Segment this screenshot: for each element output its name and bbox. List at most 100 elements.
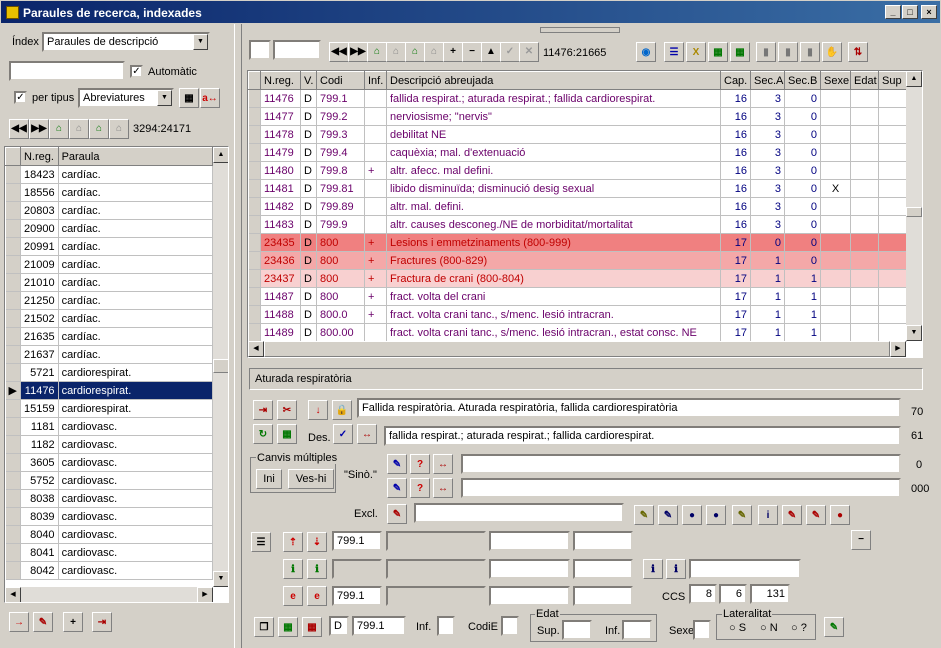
- sort-icon[interactable]: ⇅: [848, 42, 868, 62]
- column-icon[interactable]: ▮: [756, 42, 776, 62]
- sexe-field[interactable]: [693, 620, 711, 640]
- row-indicator[interactable]: [248, 215, 261, 234]
- table-row[interactable]: 11483 D 799.9 altr. causes desconeg./NE …: [248, 215, 907, 234]
- home-cut-icon[interactable]: ⌂: [424, 42, 444, 62]
- version-field[interactable]: D: [329, 616, 349, 636]
- column-header[interactable]: V.: [300, 71, 317, 90]
- text-replace-icon[interactable]: ↔: [433, 478, 453, 498]
- column-header[interactable]: N.reg.: [19, 147, 59, 166]
- home-edit-icon[interactable]: ⌂: [405, 42, 425, 62]
- arrow-down-icon[interactable]: ↓: [308, 400, 328, 420]
- aux-field-7[interactable]: [689, 559, 801, 579]
- row-indicator[interactable]: [5, 255, 21, 274]
- table-row[interactable]: 11480 D 799.8 + altr. afecc. mal defini.…: [248, 161, 907, 180]
- table-row[interactable]: 8040 cardiovasc.: [5, 525, 214, 544]
- help-icon[interactable]: ?: [410, 454, 430, 474]
- horizontal-scrollbar[interactable]: ◀ ▶: [248, 341, 906, 357]
- column-header[interactable]: Sexe: [820, 71, 851, 90]
- row-indicator[interactable]: [5, 327, 21, 346]
- first-record-button[interactable]: ◀◀: [329, 42, 349, 62]
- row-indicator[interactable]: [5, 309, 21, 328]
- row-indicator[interactable]: [5, 471, 21, 490]
- minimize-button[interactable]: _: [885, 5, 901, 19]
- excel-icon[interactable]: X: [686, 42, 706, 62]
- scroll-right-button[interactable]: ▶: [197, 587, 213, 602]
- row-indicator[interactable]: [248, 269, 261, 288]
- row-indicator[interactable]: [248, 179, 261, 198]
- column-header[interactable]: Descripció abreujada: [386, 71, 721, 90]
- row-indicator[interactable]: [248, 305, 261, 324]
- column-header[interactable]: Sec.B: [784, 71, 821, 90]
- table-row[interactable]: 11482 D 799.89 altr. mal. defini. 16 3 0: [248, 197, 907, 216]
- scroll-up-button[interactable]: ▲: [213, 147, 228, 163]
- check-icon[interactable]: ✓: [500, 42, 520, 62]
- table-row[interactable]: 20900 cardíac.: [5, 219, 214, 238]
- info-blue-2-icon[interactable]: ℹ: [666, 559, 686, 579]
- table-row[interactable]: 18556 cardíac.: [5, 183, 214, 202]
- tool-2-icon[interactable]: ✎: [658, 505, 678, 525]
- vertical-scrollbar[interactable]: ▲ ▼: [213, 147, 228, 587]
- row-indicator[interactable]: [248, 89, 261, 108]
- plus-icon[interactable]: +: [63, 612, 83, 632]
- row-indicator[interactable]: [5, 363, 21, 382]
- grid-green-icon[interactable]: ▦: [708, 42, 728, 62]
- edit-icon[interactable]: ✎: [387, 454, 407, 474]
- table-row[interactable]: 11488 D 800.0 + fract. volta crani tanc.…: [248, 305, 907, 324]
- row-indicator[interactable]: [248, 323, 261, 342]
- pen-icon[interactable]: ✎: [824, 617, 844, 637]
- code-bottom-field[interactable]: 799.1: [352, 616, 406, 636]
- scroll-down-button[interactable]: ▼: [213, 571, 228, 587]
- tool-9-icon[interactable]: ●: [830, 505, 850, 525]
- short-description-field[interactable]: fallida respirat.; aturada respirat.; fa…: [384, 426, 901, 446]
- table-row[interactable]: 5721 cardiorespirat.: [5, 363, 214, 382]
- table-row[interactable]: 11479 D 799.4 caquèxia; mal. d'extenuaci…: [248, 143, 907, 162]
- inf-field[interactable]: [437, 616, 455, 636]
- grid-remove-icon[interactable]: ▦: [302, 617, 322, 637]
- row-indicator[interactable]: [5, 165, 21, 184]
- row-indicator[interactable]: [5, 219, 21, 238]
- record-field-b[interactable]: [273, 40, 321, 60]
- row-indicator[interactable]: [5, 183, 21, 202]
- row-indicator[interactable]: [5, 291, 21, 310]
- edat-inf-field[interactable]: [622, 620, 652, 640]
- code-grid[interactable]: N.reg. V. Codi Inf. Descripció abreujada…: [247, 70, 923, 358]
- tool-3-icon[interactable]: ●: [682, 505, 702, 525]
- spellcheck-icon[interactable]: ✓: [333, 424, 353, 444]
- row-indicator[interactable]: [5, 273, 21, 292]
- table-row[interactable]: 21009 cardíac.: [5, 255, 214, 274]
- list-view-icon[interactable]: ☰: [251, 532, 271, 552]
- lat-n-radio[interactable]: ○ N: [760, 622, 778, 634]
- row-indicator[interactable]: [5, 561, 21, 580]
- synonym-field-1[interactable]: [461, 454, 901, 474]
- home-icon[interactable]: ⌂: [49, 119, 69, 139]
- lock-icon[interactable]: 🔒: [332, 400, 352, 420]
- row-indicator[interactable]: [248, 251, 261, 270]
- table-row[interactable]: 8041 cardiovasc.: [5, 543, 214, 562]
- plus-icon[interactable]: +: [443, 42, 463, 62]
- e-red-icon[interactable]: e: [283, 586, 303, 606]
- row-indicator[interactable]: [248, 233, 261, 252]
- table-row[interactable]: 1182 cardiovasc.: [5, 435, 214, 454]
- move-up-icon[interactable]: ⇡: [283, 532, 303, 552]
- column-header[interactable]: Inf.: [364, 71, 387, 90]
- column-header[interactable]: Paraula: [57, 147, 214, 166]
- first-record-button[interactable]: ◀◀: [9, 119, 29, 139]
- replace-icon[interactable]: a↔: [200, 88, 220, 108]
- column-3-icon[interactable]: ▮: [800, 42, 820, 62]
- exit-icon[interactable]: ⇥: [253, 400, 273, 420]
- exclusion-field[interactable]: [414, 503, 624, 523]
- tipus-select[interactable]: Abreviatures ▼: [78, 88, 174, 108]
- table-row[interactable]: 21637 cardíac.: [5, 345, 214, 364]
- table-row[interactable]: 21010 cardíac.: [5, 273, 214, 292]
- copy-icon[interactable]: ❐: [254, 617, 274, 637]
- chevron-down-icon[interactable]: ▼: [157, 90, 172, 106]
- minus-icon[interactable]: −: [851, 530, 871, 550]
- ini-button[interactable]: Ini: [256, 469, 282, 489]
- grid-icon[interactable]: ▦: [277, 424, 297, 444]
- table-row[interactable]: 23437 D 800 + Fractura de crani (800-804…: [248, 269, 907, 288]
- table-row[interactable]: 11487 D 800 + fract. volta del crani 17 …: [248, 287, 907, 306]
- full-description-field[interactable]: Fallida respiratòria. Aturada respiratòr…: [357, 398, 901, 418]
- synonym-field-2[interactable]: [461, 478, 901, 498]
- chevron-down-icon[interactable]: ▼: [193, 34, 208, 50]
- lat-unknown-radio[interactable]: ○ ?: [791, 622, 807, 634]
